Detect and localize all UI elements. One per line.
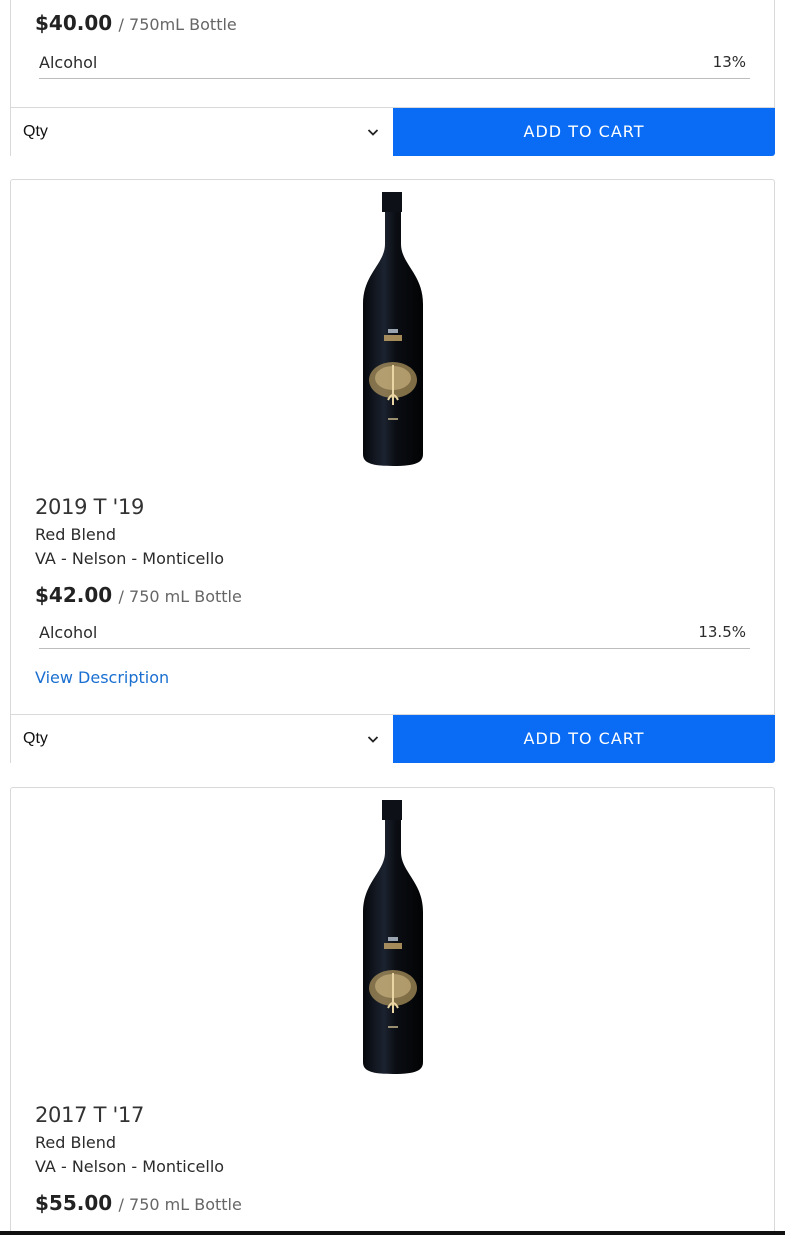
bottom-edge <box>0 1231 785 1235</box>
spec-row-alcohol: Alcohol 13% <box>39 53 750 79</box>
add-to-cart-button[interactable]: ADD TO CART <box>393 108 775 156</box>
qty-select[interactable]: Qty <box>10 715 393 763</box>
price-unit: / 750mL Bottle <box>118 15 237 34</box>
product-region: VA - Nelson - Monticello <box>35 549 225 568</box>
add-to-cart-button[interactable]: ADD TO CART <box>393 715 775 763</box>
qty-label: Qty <box>23 730 48 747</box>
spec-value: 13% <box>712 53 746 71</box>
spec-label: Alcohol <box>39 623 98 642</box>
product-image[interactable] <box>11 190 774 470</box>
price-unit: / 750 mL Bottle <box>118 1195 242 1214</box>
product-image[interactable] <box>11 798 774 1078</box>
chevron-down-icon <box>367 129 379 136</box>
product-price: $40.00 / 750mL Bottle <box>35 11 237 35</box>
product-card: $40.00 / 750mL Bottle Alcohol 13% Qty AD… <box>10 0 775 156</box>
spec-row-alcohol: Alcohol 13.5% <box>39 623 750 649</box>
product-card: 2019 T '19 Red Blend VA - Nelson - Monti… <box>10 179 775 763</box>
product-varietal: Red Blend <box>35 525 117 544</box>
wine-bottle-image <box>362 192 423 466</box>
product-price: $42.00 / 750 mL Bottle <box>35 583 242 607</box>
chevron-down-icon <box>367 736 379 743</box>
product-card: 2017 T '17 Red Blend VA - Nelson - Monti… <box>10 787 775 1235</box>
price-amount: $55.00 <box>35 1191 113 1215</box>
product-title: 2019 T '19 <box>35 495 145 519</box>
qty-label: Qty <box>23 123 48 140</box>
price-unit: / 750 mL Bottle <box>118 587 242 606</box>
spec-value: 13.5% <box>698 623 746 641</box>
price-amount: $40.00 <box>35 11 113 35</box>
spec-label: Alcohol <box>39 53 98 72</box>
view-description-link[interactable]: View Description <box>35 668 169 687</box>
product-varietal: Red Blend <box>35 1133 117 1152</box>
product-title: 2017 T '17 <box>35 1103 145 1127</box>
wine-bottle-image <box>362 800 423 1074</box>
product-region: VA - Nelson - Monticello <box>35 1157 225 1176</box>
product-price: $55.00 / 750 mL Bottle <box>35 1191 242 1215</box>
card-actions: Qty ADD TO CART <box>10 107 775 156</box>
price-amount: $42.00 <box>35 583 113 607</box>
card-actions: Qty ADD TO CART <box>10 714 775 763</box>
qty-select[interactable]: Qty <box>10 108 393 156</box>
